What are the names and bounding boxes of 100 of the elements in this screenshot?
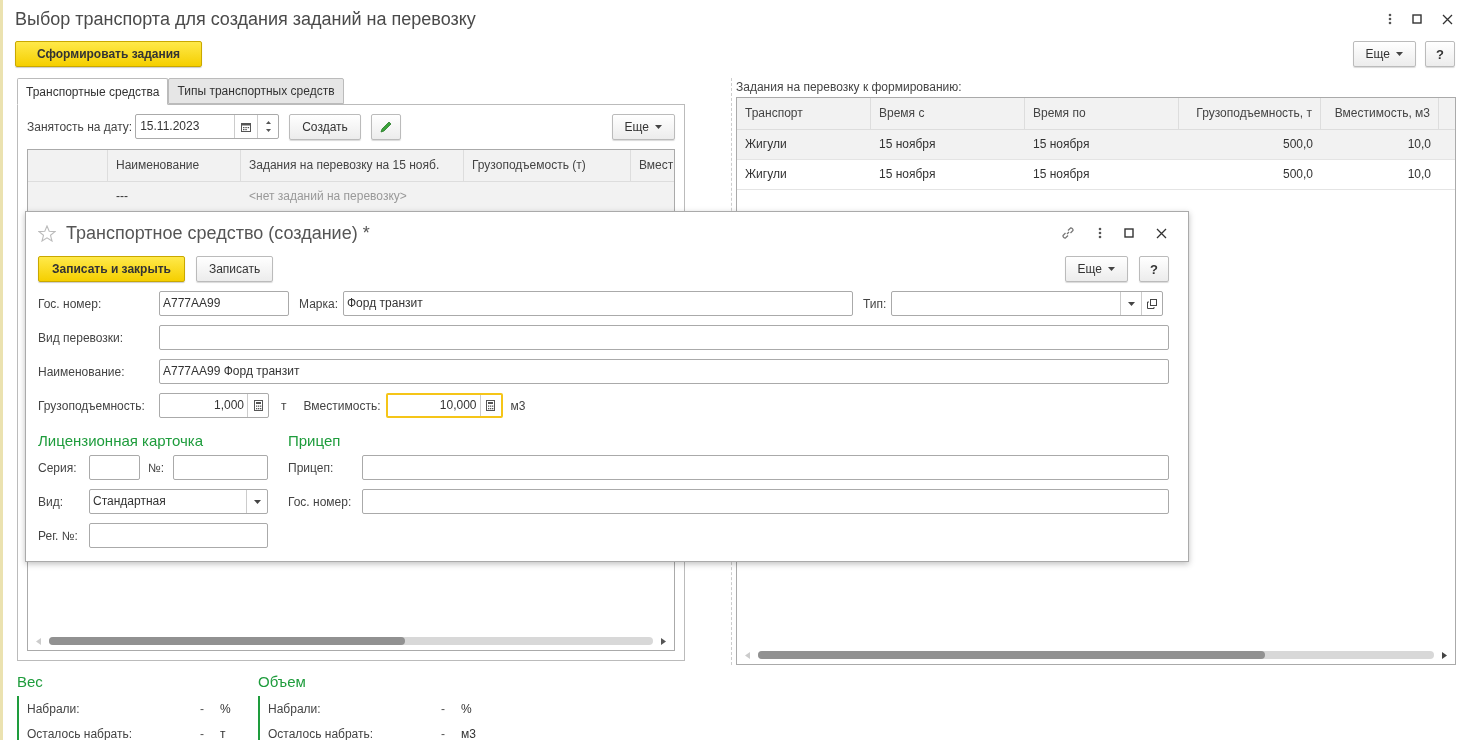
column-header[interactable]: Грузоподъемость (т): [464, 150, 631, 181]
date-field[interactable]: 15.11.2023: [135, 114, 280, 139]
spin-down-icon[interactable]: [265, 129, 271, 133]
edit-button[interactable]: [370, 113, 401, 140]
calculator-icon[interactable]: [486, 400, 495, 411]
tab[interactable]: Типы транспортных средств: [168, 78, 344, 104]
unit-label: т: [281, 398, 287, 413]
section-title: Вес: [17, 673, 44, 692]
caret-icon: [1108, 267, 1115, 271]
more-button[interactable]: Еще: [611, 113, 675, 140]
summary-label: Набрали:: [268, 701, 322, 716]
open-icon[interactable]: [1147, 298, 1158, 309]
more-icon[interactable]: [1098, 227, 1102, 239]
table-cell-text: ---: [115, 188, 129, 205]
table-cell-text: 15 ноября: [1032, 166, 1091, 183]
dropdown-icon[interactable]: [1127, 301, 1135, 306]
column-header[interactable]: Грузоподъемность, т: [1179, 98, 1321, 129]
spin-up-icon[interactable]: [265, 120, 271, 124]
save-button[interactable]: Записать: [195, 256, 274, 282]
section-title: Прицеп: [288, 432, 342, 450]
caret-icon: [1396, 52, 1403, 56]
select-field[interactable]: Стандартная: [89, 489, 268, 514]
input-field[interactable]: [89, 455, 140, 480]
create-tasks-button[interactable]: Сформировать задания: [15, 41, 202, 67]
date-label: Занятость на дату:: [27, 119, 133, 134]
column-header[interactable]: Время с: [871, 98, 1025, 129]
column-header[interactable]: Вместимость, м3: [1321, 98, 1439, 129]
table-cell-text: Жигули: [744, 166, 788, 183]
field-label: Серия:: [38, 460, 78, 475]
field-label: Рег. №:: [38, 528, 79, 543]
table-cell-text: 500,0: [1281, 136, 1314, 153]
number-field[interactable]: 10,000: [385, 393, 503, 418]
input-field[interactable]: [89, 523, 268, 548]
field-label: Вместимость:: [303, 398, 381, 413]
dialog-title: Транспортное средство (создание) *: [66, 222, 370, 244]
unit-label: %: [461, 701, 473, 716]
maximize-icon[interactable]: [1124, 228, 1134, 238]
maximize-icon[interactable]: [1412, 14, 1422, 24]
summary-value: -: [441, 726, 446, 740]
input-field[interactable]: [362, 455, 1169, 480]
unit-label: м3: [510, 398, 526, 413]
table-cell-text: <нет заданий на перевозку>: [248, 188, 408, 205]
column-header[interactable]: Наименование: [108, 150, 241, 181]
section-title: Объем: [258, 673, 307, 692]
pencil-icon: [378, 119, 393, 134]
summary-value: -: [200, 726, 205, 740]
help-button[interactable]: ?: [1139, 256, 1169, 282]
field-label: Марка:: [299, 296, 338, 311]
input-field[interactable]: [362, 489, 1169, 514]
calculator-icon[interactable]: [253, 400, 263, 411]
unit-label: м3: [461, 726, 477, 740]
column-header[interactable]: Транспорт: [737, 98, 871, 129]
tab[interactable]: Транспортные средства: [17, 78, 169, 105]
calendar-icon[interactable]: [241, 121, 252, 132]
link-icon[interactable]: [1060, 225, 1076, 241]
create-button[interactable]: Создать: [289, 113, 361, 140]
field-label: Гос. номер:: [288, 494, 353, 509]
caret-icon: [655, 124, 662, 129]
input-field[interactable]: Форд транзит: [343, 291, 853, 316]
input-field[interactable]: [159, 325, 1169, 350]
input-field[interactable]: А777АА99: [159, 291, 289, 316]
dropdown-icon[interactable]: [253, 499, 261, 504]
summary-value: -: [200, 701, 205, 716]
star-icon[interactable]: [38, 224, 56, 242]
field-label: Грузоподъемность:: [38, 398, 146, 413]
section-title: Лицензионная карточка: [38, 432, 205, 450]
table-cell-text: 10,0: [1406, 136, 1432, 153]
number-field[interactable]: 1,000: [159, 393, 269, 418]
field-label: Тип:: [863, 296, 887, 311]
summary-label: Набрали:: [27, 701, 81, 716]
field-label: №:: [148, 460, 166, 475]
close-icon[interactable]: [1156, 227, 1167, 239]
column-header[interactable]: Вмест: [631, 150, 674, 181]
table-cell-text: 10,0: [1406, 166, 1432, 183]
summary-label: Осталось набрать:: [268, 726, 375, 740]
scroll-right-icon[interactable]: [661, 637, 666, 645]
field-label: Вид перевозки:: [38, 330, 125, 345]
field-label: Наименование:: [38, 364, 126, 379]
field-label: Вид:: [38, 494, 65, 509]
help-button[interactable]: ?: [1425, 41, 1455, 67]
table-cell-text: 500,0: [1281, 166, 1314, 183]
more-button[interactable]: Еще: [1064, 256, 1128, 282]
summary-label: Осталось набрать:: [27, 726, 134, 740]
input-field[interactable]: [173, 455, 268, 480]
table-cell-text: 15 ноября: [1032, 136, 1091, 153]
input-field[interactable]: А777АА99 Форд транзит: [159, 359, 1169, 384]
scroll-right-icon[interactable]: [1442, 651, 1447, 659]
table-cell-text: 15 ноября: [878, 136, 937, 153]
unit-label: т: [220, 726, 227, 740]
close-icon[interactable]: [1442, 13, 1453, 25]
select-field[interactable]: [891, 291, 1164, 316]
column-header[interactable]: Время по: [1025, 98, 1179, 129]
table-cell-text: Жигули: [744, 136, 788, 153]
column-header[interactable]: Задания на перевозку на 15 нояб.: [241, 150, 464, 181]
more-button[interactable]: Еще: [1352, 41, 1416, 67]
window-title: Выбор транспорта для создания заданий на перевозку: [15, 8, 476, 30]
summary-value: -: [441, 701, 446, 716]
save-and-close-button[interactable]: Записать и закрыть: [38, 256, 185, 282]
more-icon[interactable]: [1388, 13, 1392, 25]
unit-label: %: [220, 701, 232, 716]
